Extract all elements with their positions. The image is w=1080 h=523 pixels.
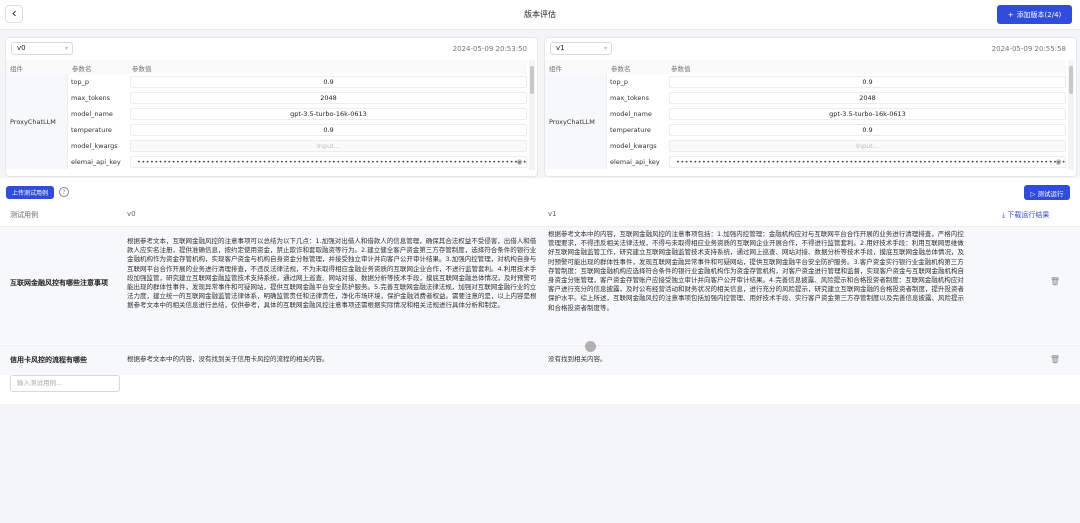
question-circle-icon[interactable]: ? (59, 187, 69, 197)
param-row: model_kwargs Input... (68, 138, 527, 154)
page-background (0, 404, 1080, 523)
api-key-value: ••••••••••••••••••••••••••••••••••••••••… (676, 158, 1066, 166)
version-panels: v0 ▾ 2024-05-09 20:53:50 组件 参数名 参数值 Prox… (0, 30, 1080, 178)
trash-icon[interactable]: 🗑 (1050, 355, 1060, 364)
param-row: model_name gpt-3.5-turbo-16k-0613 (68, 106, 527, 122)
param-row: max_tokens 2048 (68, 90, 527, 106)
param-table: 组件 参数名 参数值 ProxyChatLLM top_p 0.9 max_to… (545, 60, 1066, 169)
version-card-v0: v0 ▾ 2024-05-09 20:53:50 组件 参数名 参数值 Prox… (5, 37, 538, 177)
results-table: 测试用例 v0 v1 ⤓ 下载运行结果 互联网金融风控有哪些注意事项 根据参考文… (0, 204, 1080, 399)
param-value-input[interactable]: Input... (130, 140, 527, 152)
version-select-value: v0 (17, 44, 26, 52)
page-title: 版本评估 (524, 10, 556, 19)
param-row: model_kwargs Input... (607, 138, 1066, 154)
param-value-input[interactable]: 0.9 (130, 124, 527, 136)
version-card-v1: v1 ▾ 2024-05-09 20:55:58 组件 参数名 参数值 Prox… (544, 37, 1077, 177)
param-row: top_p 0.9 (68, 74, 527, 90)
version-select[interactable]: v0 ▾ (11, 42, 73, 55)
param-value-input[interactable]: gpt-3.5-turbo-16k-0613 (669, 108, 1066, 120)
param-value-input[interactable]: 0.9 (669, 124, 1066, 136)
mouse-cursor-icon (585, 341, 596, 352)
param-row: max_tokens 2048 (607, 90, 1066, 106)
eye-icon[interactable]: ◉ (1055, 157, 1062, 167)
chevron-down-icon: ▾ (603, 45, 607, 52)
param-name: top_p (610, 78, 629, 86)
answer-v0: 根据参考文本中的内容，没有找到关于信用卡风控的流程的相关内容。 (127, 355, 329, 363)
version-timestamp: 2024-05-09 20:55:58 (991, 45, 1066, 53)
scrollbar-thumb[interactable] (1069, 66, 1073, 94)
param-name: elemai_api_key (610, 158, 660, 166)
test-case-name: 互联网金融风控有哪些注意事项 (10, 279, 108, 287)
results-header: 测试用例 v0 v1 ⤓ 下载运行结果 (0, 204, 1080, 222)
answer-v1: 根据参考文本中的内容，互联网金融风控的注意事项包括：1.加强内控管理：金融机构应… (548, 230, 964, 312)
run-test-button[interactable]: ▷ 测试运行 (1024, 185, 1070, 200)
param-row: temperature 0.9 (607, 122, 1066, 138)
param-value-input[interactable]: 0.9 (130, 76, 527, 88)
version-select-value: v1 (556, 44, 565, 52)
param-value-input[interactable]: Input... (669, 140, 1066, 152)
param-row: elemai_api_key •••••••••••••••••••••••••… (68, 154, 527, 170)
param-name: model_name (71, 110, 113, 118)
param-value-input[interactable]: gpt-3.5-turbo-16k-0613 (130, 108, 527, 120)
chevron-down-icon: ▾ (64, 45, 68, 52)
version-timestamp: 2024-05-09 20:53:50 (452, 45, 527, 53)
param-row: top_p 0.9 (607, 74, 1066, 90)
table-row: 互联网金融风控有哪些注意事项 根据参考文本，互联网金融风控的注意事项可以总结为以… (0, 226, 1080, 344)
col-test-case: 测试用例 (10, 211, 38, 219)
scrollbar-thumb[interactable] (530, 66, 534, 94)
param-row: temperature 0.9 (68, 122, 527, 138)
col-v1: v1 (548, 210, 557, 218)
download-results-link[interactable]: ⤓ 下载运行结果 (1002, 210, 1049, 220)
col-component: 组件 (10, 65, 23, 73)
col-v0: v0 (127, 210, 136, 218)
component-name: ProxyChatLLM (6, 74, 68, 169)
col-param-name: 参数名 (611, 65, 631, 73)
param-name: model_kwargs (71, 142, 118, 150)
param-value-input[interactable]: 2048 (130, 92, 527, 104)
param-table-header: 组件 参数名 参数值 (6, 60, 527, 74)
add-version-button[interactable]: + 添加版本(2/4) (997, 5, 1072, 24)
param-name: temperature (71, 126, 112, 134)
param-table-header: 组件 参数名 参数值 (545, 60, 1066, 74)
param-row: model_name gpt-3.5-turbo-16k-0613 (607, 106, 1066, 122)
param-name: model_name (610, 110, 652, 118)
add-version-label: 添加版本(2/4) (1016, 10, 1062, 19)
eye-icon[interactable]: ◉ (516, 157, 523, 167)
col-param-name: 参数名 (72, 65, 92, 73)
top-bar: 版本评估 + 添加版本(2/4) (0, 0, 1080, 30)
param-name: max_tokens (71, 94, 110, 102)
plus-icon: + (1007, 10, 1014, 19)
component-name: ProxyChatLLM (545, 74, 607, 169)
api-key-input[interactable]: ••••••••••••••••••••••••••••••••••••••••… (130, 156, 527, 168)
test-case-input[interactable]: 输入测试用例... (10, 375, 120, 392)
col-param-value: 参数值 (671, 65, 691, 73)
api-key-input[interactable]: ••••••••••••••••••••••••••••••••••••••••… (669, 156, 1066, 168)
answer-v1: 没有找到相关内容。 (548, 355, 607, 363)
param-name: model_kwargs (610, 142, 657, 150)
param-row: elemai_api_key •••••••••••••••••••••••••… (607, 154, 1066, 170)
param-name: max_tokens (610, 94, 649, 102)
param-name: top_p (71, 78, 90, 86)
api-key-value: ••••••••••••••••••••••••••••••••••••••••… (137, 158, 527, 166)
upload-test-cases-button[interactable]: 上传测试用例 (6, 186, 54, 199)
answer-v0: 根据参考文本，互联网金融风控的注意事项可以总结为以下几点：1.加强对出借人和借款… (127, 237, 537, 310)
param-name: temperature (610, 126, 651, 134)
col-component: 组件 (549, 65, 562, 73)
version-select[interactable]: v1 ▾ (550, 42, 612, 55)
table-row: 信用卡风控的流程有哪些 根据参考文本中的内容，没有找到关于信用卡风控的流程的相关… (0, 345, 1080, 375)
param-value-input[interactable]: 2048 (669, 92, 1066, 104)
param-value-input[interactable]: 0.9 (669, 76, 1066, 88)
trash-icon[interactable]: 🗑 (1050, 277, 1060, 286)
test-case-name: 信用卡风控的流程有哪些 (10, 356, 87, 364)
param-table: 组件 参数名 参数值 ProxyChatLLM top_p 0.9 max_to… (6, 60, 527, 169)
param-name: elemai_api_key (71, 158, 121, 166)
col-param-value: 参数值 (132, 65, 152, 73)
